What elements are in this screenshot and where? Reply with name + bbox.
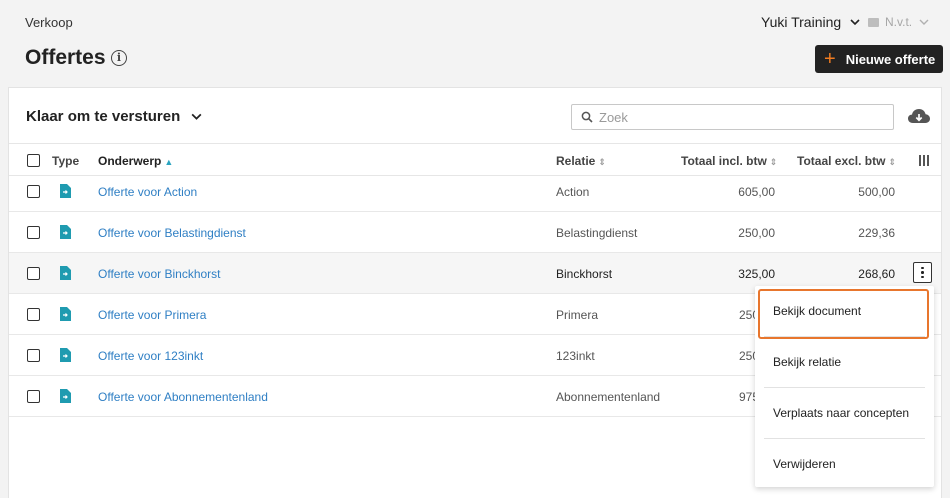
sort-icon: ⇕: [598, 157, 606, 167]
row-relation: Action: [556, 185, 590, 199]
row-total-incl: 250,00: [738, 226, 775, 240]
breadcrumb[interactable]: Verkoop: [25, 15, 73, 30]
columns-icon[interactable]: [919, 155, 929, 166]
column-header-total-excl-label: Totaal excl. btw: [797, 154, 886, 168]
row-actions-button[interactable]: [913, 262, 932, 283]
document-icon: [60, 225, 71, 239]
column-header-total-excl[interactable]: Totaal excl. btw ⇕: [797, 154, 896, 168]
status-filter-label: Klaar om te versturen: [26, 108, 181, 125]
company-name: Yuki Training: [761, 14, 842, 30]
column-header-subject-label: Onderwerp: [98, 154, 162, 168]
document-icon: [60, 389, 71, 403]
page-title: Offertes: [25, 46, 106, 69]
document-icon: [60, 348, 71, 362]
row-checkbox[interactable]: [27, 390, 40, 403]
table-row[interactable]: Offerte voor Action Action 605,00 500,00: [9, 171, 941, 212]
row-checkbox[interactable]: [27, 185, 40, 198]
row-total-excl: 229,36: [858, 226, 895, 240]
document-icon: [60, 184, 71, 198]
row-relation: Primera: [556, 308, 599, 322]
column-header-total-incl[interactable]: Totaal incl. btw ⇕: [681, 154, 777, 168]
sort-icon: ⇕: [888, 157, 897, 167]
search-icon: [581, 111, 593, 123]
column-header-relation[interactable]: Relatie ⇕: [556, 154, 606, 168]
row-context-menu: Bekijk document Bekijk relatie Verplaats…: [755, 286, 934, 487]
search-box[interactable]: [571, 104, 894, 130]
row-checkbox[interactable]: [27, 267, 40, 280]
administration-name: N.v.t.: [885, 15, 913, 29]
sort-ascending-icon: ▲: [164, 157, 174, 167]
row-relation: 123inkt: [556, 349, 595, 363]
search-input[interactable]: [599, 109, 879, 125]
new-quote-button[interactable]: + Nieuwe offerte: [815, 45, 943, 73]
row-subject-link[interactable]: Offerte voor Belastingdienst: [98, 226, 246, 240]
company-switcher[interactable]: Yuki Training: [761, 14, 861, 30]
row-subject-link[interactable]: Offerte voor 123inkt: [98, 349, 203, 363]
row-relation: Belastingdienst: [556, 226, 638, 240]
chevron-down-icon: [191, 113, 202, 120]
column-header-type: Type: [52, 154, 80, 168]
row-total-excl: 268,60: [858, 267, 895, 281]
row-subject-link[interactable]: Offerte voor Binckhorst: [98, 267, 221, 281]
row-total-incl: 325,00: [738, 267, 775, 281]
row-checkbox[interactable]: [27, 308, 40, 321]
new-quote-label: Nieuwe offerte: [845, 51, 936, 67]
chevron-down-icon: [850, 19, 860, 26]
row-total-incl: 605,00: [738, 185, 775, 199]
menu-item-move-to-drafts[interactable]: Verplaats naar concepten: [755, 388, 934, 438]
row-subject-link[interactable]: Offerte voor Abonnementenland: [98, 390, 268, 404]
menu-item-view-relation[interactable]: Bekijk relatie: [755, 337, 934, 387]
table-row[interactable]: Offerte voor Belastingdienst Belastingdi…: [9, 212, 941, 253]
document-icon: [60, 266, 71, 280]
row-relation: Abonnementenland: [556, 390, 661, 404]
info-icon[interactable]: i: [111, 50, 127, 66]
column-header-subject[interactable]: Onderwerp ▲: [98, 154, 173, 168]
document-icon: [60, 307, 71, 321]
sort-icon: ⇕: [769, 157, 778, 167]
row-subject-link[interactable]: Offerte voor Action: [98, 185, 197, 199]
plus-icon: +: [824, 48, 836, 70]
status-filter-dropdown[interactable]: Klaar om te versturen: [26, 108, 203, 125]
select-all-checkbox[interactable]: [27, 154, 40, 167]
cloud-download-icon[interactable]: [907, 106, 931, 126]
top-bar: Verkoop Yuki Training N.v.t.: [0, 0, 950, 44]
row-relation: Binckhorst: [556, 267, 613, 281]
row-subject-link[interactable]: Offerte voor Primera: [98, 308, 206, 322]
column-header-relation-label: Relatie: [556, 154, 596, 168]
row-total-excl: 500,00: [858, 185, 895, 199]
chevron-down-icon: [919, 19, 929, 25]
row-checkbox[interactable]: [27, 226, 40, 239]
menu-item-view-document[interactable]: Bekijk document: [755, 286, 934, 336]
calendar-icon: [868, 18, 879, 27]
row-checkbox[interactable]: [27, 349, 40, 362]
menu-item-delete[interactable]: Verwijderen: [755, 439, 934, 489]
column-header-total-incl-label: Totaal incl. btw: [681, 154, 767, 168]
administration-switcher[interactable]: N.v.t.: [868, 15, 930, 29]
